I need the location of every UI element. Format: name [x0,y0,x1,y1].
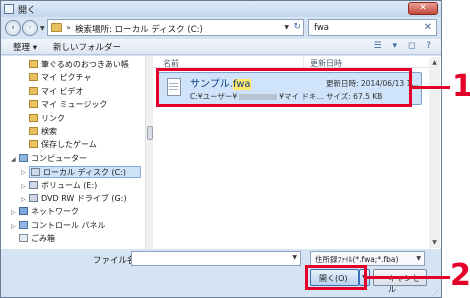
pc-icon [19,220,28,229]
dialog-app-icon [4,4,14,14]
tree-item[interactable]: コントロール パネル [19,220,106,232]
tree-expander-icon[interactable]: ▷ [21,169,26,176]
chevron-down-icon[interactable]: ▼ [416,255,421,262]
tree-item-label: コンピューター [31,153,87,163]
folder-icon [29,127,38,135]
file-type-value[interactable]: 住所録ﾌｧｲﾙ(*.fwa;*.fba) [315,254,398,265]
column-headers: 名前 更新日時 [153,56,441,68]
bottom-panel: ファイル名(N): ▼ 住所録ﾌｧｲﾙ(*.fwa;*.fba) ▼ 開く(O)… [1,249,441,297]
drive-icon [29,194,38,202]
tree-item[interactable]: DVD RW ドライブ (G:) [29,193,127,205]
callout-number-1: 1 [452,69,470,104]
tree-scrollbar[interactable] [145,56,153,249]
tree-item-label: ローカル ディスク (C:) [43,168,127,178]
tree-item[interactable]: 保存したゲーム [29,139,97,151]
address-dropdown-icon[interactable]: ▼ [284,24,289,31]
tree-item[interactable]: マイ ミュージック [29,99,107,111]
tree-expander-icon[interactable]: ◢ [11,156,16,163]
tree-item[interactable]: コンピューター [19,153,87,165]
tree-item-label: ネットワーク [31,207,79,217]
tree-item[interactable]: 検索 [29,126,57,138]
file-type-filter[interactable]: 住所録ﾌｧｲﾙ(*.fwa;*.fba) ▼ [310,251,425,266]
folder-icon [29,100,38,109]
refresh-icon[interactable]: ↻ [293,22,301,32]
tree-item[interactable]: ボリューム (E:) [29,180,97,192]
folder-icon [29,86,38,95]
filename-dropdown-icon[interactable]: ▼ [292,254,297,261]
tree-item-label: ボリューム (E:) [41,180,98,190]
folder-icon [29,73,38,82]
trash-icon [19,234,28,243]
tree-item-label: マイ ミュージック [41,100,108,110]
tree-expander-icon[interactable]: ▷ [21,196,26,203]
scroll-down-icon[interactable]: ▼ [430,238,439,247]
search-input[interactable]: fwa ✕ [308,19,437,36]
tree-item-label: DVD RW ドライブ (G:) [41,194,127,203]
resize-grip-icon[interactable]: ⋰ [432,289,439,297]
tree-item[interactable]: リンク [29,113,65,125]
command-toolbar: 整理 ▾ 新しいフォルダー ☰ ▾ ◻ ? [1,39,441,55]
path-separator-icon: » [66,23,71,32]
tree-item-label: 保存したゲーム [41,140,97,150]
navigation-tree: 筆ぐるめのおつきあい帳 マイ ピクチャ マイ ビデオマイ ミュージック リンク検索保存… [1,56,149,249]
tree-item[interactable]: ネットワーク [19,206,79,218]
tree-item-label: ごみ箱 [31,234,55,244]
search-value[interactable]: fwa [314,23,329,33]
tree-item[interactable]: ローカル ディスク (C:) [29,166,141,179]
forward-button[interactable]: › [22,20,38,36]
folder-icon [29,140,38,149]
net-icon [19,207,28,216]
tree-item-label: マイ ピクチャ [41,73,92,83]
clear-search-icon[interactable]: ✕ [424,22,432,33]
view-options-icons[interactable]: ☰ ▾ ◻ ? [374,41,435,51]
organize-button[interactable]: 整理 ▾ [13,41,37,53]
folder-icon [29,60,38,68]
filename-field[interactable]: ▼ [131,251,301,266]
tree-expander-icon[interactable]: ▷ [11,209,16,216]
callout-line-2 [367,276,450,279]
folder-icon [51,23,62,32]
tree-item[interactable]: マイ ピクチャ [29,72,91,84]
tree-item-label: マイ ビデオ [41,86,84,96]
column-divider [303,57,304,67]
folder-icon [29,113,38,122]
recent-pages-dropdown[interactable]: ▼ [40,25,45,32]
back-button[interactable]: ‹ [5,20,21,36]
scroll-up-icon[interactable]: ▲ [430,58,439,67]
tree-expander-icon[interactable]: ▷ [11,223,16,230]
address-path[interactable]: 検索場所: ローカル ディスク (C:) [75,23,203,35]
tree-item[interactable]: ごみ箱 [19,233,55,245]
new-folder-button[interactable]: 新しいフォルダー [53,41,121,53]
tree-item-label: コントロール パネル [31,220,106,230]
tree-item-label: 検索 [41,127,57,136]
address-row: ‹ › ▼ » 検索場所: ローカル ディスク (C:) ▼ ↻ fwa ✕ [1,17,441,39]
tree-item-label: リンク [41,113,65,123]
open-dialog: 開く ✕ ‹ › ▼ » 検索場所: ローカル ディスク (C:) ▼ ↻ fw… [0,0,442,298]
callout-box-file [156,68,412,107]
pc-icon [19,153,28,162]
tree-expander-icon[interactable]: ▷ [21,183,26,190]
tree-item-label: 筆ぐるめのおつきあい帳 [41,60,129,69]
drive-icon [29,180,38,189]
tree-item[interactable]: マイ ビデオ [29,86,84,98]
callout-line-1 [412,86,450,89]
callout-box-open [305,265,367,290]
close-button[interactable]: ✕ [408,2,438,15]
dialog-title: 開く [18,6,37,16]
title-bar: 開く ✕ [1,1,441,17]
tree-item[interactable]: 筆ぐるめのおつきあい帳 [29,59,129,71]
callout-number-2: 2 [450,258,470,293]
drive-icon [31,168,40,177]
address-bar[interactable]: » 検索場所: ローカル ディスク (C:) ▼ ↻ [47,19,304,36]
